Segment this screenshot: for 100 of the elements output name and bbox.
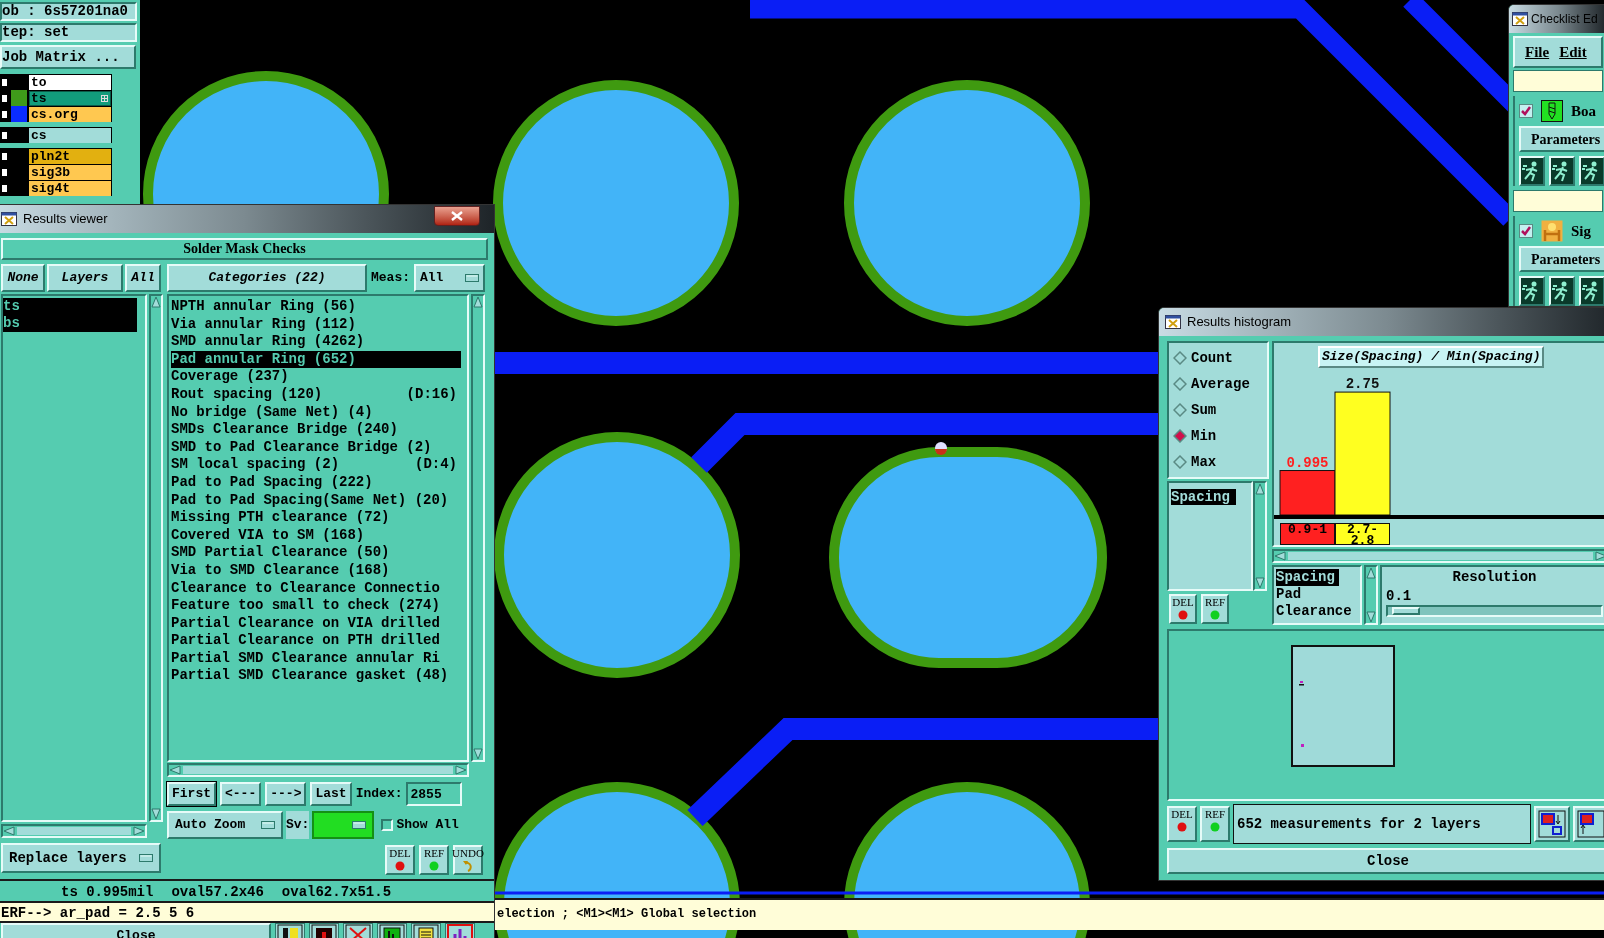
layer-checkbox[interactable] [0, 76, 9, 88]
category-item[interactable]: SM local spacing (2) (D:4) [171, 456, 461, 474]
category-item[interactable]: No bridge (Same Net) (4) [171, 403, 461, 422]
tool-button[interactable]: DEL [385, 845, 415, 875]
layer-name-field[interactable]: cs.org [29, 106, 111, 122]
layer-checkbox[interactable] [0, 92, 9, 104]
run-button[interactable] [1519, 276, 1545, 306]
layer-name-field[interactable]: sig4t [29, 180, 111, 196]
categories-button[interactable]: Categories (22) [167, 264, 367, 292]
category-item[interactable]: Partial Clearance on PTH drilled [171, 632, 461, 650]
category-item[interactable]: Clearance to Clearance Connectio [171, 579, 461, 598]
run-button[interactable] [1549, 276, 1575, 306]
auto-zoom-dropdown[interactable]: Auto Zoom [167, 811, 283, 839]
radio-diamond-icon[interactable] [1173, 429, 1187, 443]
layer-list-item[interactable]: ts [3, 298, 137, 315]
layer-checkbox[interactable] [0, 166, 9, 178]
layer-checkbox[interactable] [0, 150, 9, 162]
tool-button[interactable]: DEL [1167, 806, 1197, 842]
scroll-thumb[interactable] [17, 827, 131, 835]
scroll-up-arrow-icon[interactable] [151, 296, 161, 308]
parameters-button[interactable]: Parameters [1519, 126, 1604, 152]
scroll-left-arrow-icon[interactable] [169, 765, 181, 775]
category-item[interactable]: SMDs Clearance Bridge (240) [171, 421, 461, 439]
category-item[interactable]: Partial SMD Clearance annular Ri [171, 649, 461, 668]
replace-layers-dropdown[interactable]: Replace layers [1, 843, 161, 873]
scroll-up-arrow-icon[interactable] [1255, 483, 1265, 495]
layer-name-field[interactable]: pln2t [29, 148, 111, 164]
scroll-down-arrow-icon[interactable] [151, 808, 161, 820]
category-item[interactable]: Pad to Pad Spacing(Same Net) (20) [171, 491, 461, 510]
attribute-list-item[interactable]: Pad [1276, 586, 1306, 603]
category-item[interactable]: Pad to Pad Spacing (222) [171, 473, 461, 492]
layer-name-field[interactable]: cs [29, 127, 111, 143]
input-field[interactable] [1513, 190, 1603, 212]
tool-button[interactable]: DEL [1169, 594, 1197, 624]
scroll-down-arrow-icon[interactable] [1366, 611, 1376, 623]
category-item[interactable]: Coverage (237) [171, 368, 461, 386]
scroll-left-arrow-icon[interactable] [1274, 551, 1286, 561]
mode-radio[interactable]: Min [1169, 423, 1267, 449]
expand-icon[interactable] [101, 94, 108, 102]
nav-button[interactable]: ---> [265, 782, 307, 806]
category-item[interactable]: Missing PTH clearance (72) [171, 509, 461, 527]
nav-button[interactable]: First [167, 782, 216, 806]
run-button[interactable] [1549, 156, 1575, 186]
run-button[interactable] [1519, 156, 1545, 186]
radio-diamond-icon[interactable] [1173, 351, 1187, 365]
run-button[interactable] [1579, 276, 1604, 306]
category-item[interactable]: SMD to Pad Clearance Bridge (2) [171, 438, 461, 457]
layer-name-field[interactable]: to [29, 74, 111, 90]
layer-filter-button[interactable]: None [1, 264, 45, 292]
slider-thumb[interactable] [1391, 607, 1420, 615]
scroll-down-arrow-icon[interactable] [1255, 577, 1265, 589]
radio-diamond-icon[interactable] [1173, 403, 1187, 417]
attribute-list-item[interactable]: Spacing [1276, 569, 1339, 586]
close-button[interactable]: Close [1167, 848, 1604, 874]
radio-diamond-icon[interactable] [1173, 377, 1187, 391]
category-item[interactable]: Partial SMD Clearance gasket (48) [171, 667, 461, 686]
vertical-scrollbar[interactable] [1364, 565, 1378, 625]
horizontal-scrollbar[interactable] [1, 824, 147, 838]
resolution-slider[interactable] [1386, 605, 1603, 617]
scroll-right-arrow-icon[interactable] [133, 826, 145, 836]
nav-button[interactable]: <--- [220, 782, 262, 806]
sv-dropdown[interactable] [312, 811, 375, 839]
layer-filter-button[interactable]: Layers [47, 264, 123, 292]
measure-list-item[interactable]: Spacing [1171, 489, 1236, 505]
category-item[interactable]: Partial Clearance on VIA drilled [171, 614, 461, 633]
attribute-list-item[interactable]: Clearance [1276, 603, 1356, 620]
vertical-scrollbar[interactable] [471, 294, 485, 762]
radio-diamond-icon[interactable] [1173, 455, 1187, 469]
menu-item[interactable]: Edit [1559, 40, 1587, 64]
tool-button[interactable]: REF [419, 845, 449, 875]
close-button[interactable] [434, 206, 480, 226]
scroll-up-arrow-icon[interactable] [473, 296, 483, 308]
mode-radio[interactable]: Average [1169, 371, 1267, 397]
category-item[interactable]: Covered VIA to SM (168) [171, 526, 461, 545]
job-matrix-button[interactable]: Job Matrix ... [0, 45, 136, 69]
category-item[interactable]: Pad annular Ring (652) [171, 350, 461, 369]
layer-checkbox[interactable] [0, 182, 9, 194]
category-item[interactable]: SMD annular Ring (4262) [171, 333, 461, 351]
scroll-up-arrow-icon[interactable] [1366, 567, 1376, 579]
tool-button[interactable]: REF [1200, 806, 1230, 842]
parameters-button[interactable]: Parameters [1519, 246, 1604, 272]
category-item[interactable]: Via annular Ring (112) [171, 315, 461, 334]
layer-checkbox[interactable] [0, 129, 9, 141]
category-item[interactable]: Rout spacing (120) (D:16) [171, 385, 461, 404]
nav-button[interactable]: Last [310, 782, 352, 806]
scroll-left-arrow-icon[interactable] [3, 826, 15, 836]
category-item[interactable]: SMD Partial Clearance (50) [171, 544, 461, 562]
mode-radio[interactable]: Count [1169, 345, 1267, 371]
run-button[interactable] [1579, 156, 1604, 186]
category-item[interactable]: NPTH annular Ring (56) [171, 298, 461, 316]
layer-name-field[interactable]: sig3b [29, 164, 111, 180]
tool-button[interactable]: REF [1201, 594, 1229, 624]
layer-list-item[interactable]: bs [3, 315, 137, 332]
checkbox[interactable] [1519, 224, 1533, 238]
input-field[interactable] [1513, 70, 1603, 92]
tool-button[interactable]: UNDO [453, 845, 483, 875]
menu-item[interactable]: File [1525, 40, 1550, 64]
vertical-scrollbar[interactable] [149, 294, 163, 822]
scroll-down-arrow-icon[interactable] [473, 748, 483, 760]
category-item[interactable]: Via to SMD Clearance (168) [171, 561, 461, 580]
